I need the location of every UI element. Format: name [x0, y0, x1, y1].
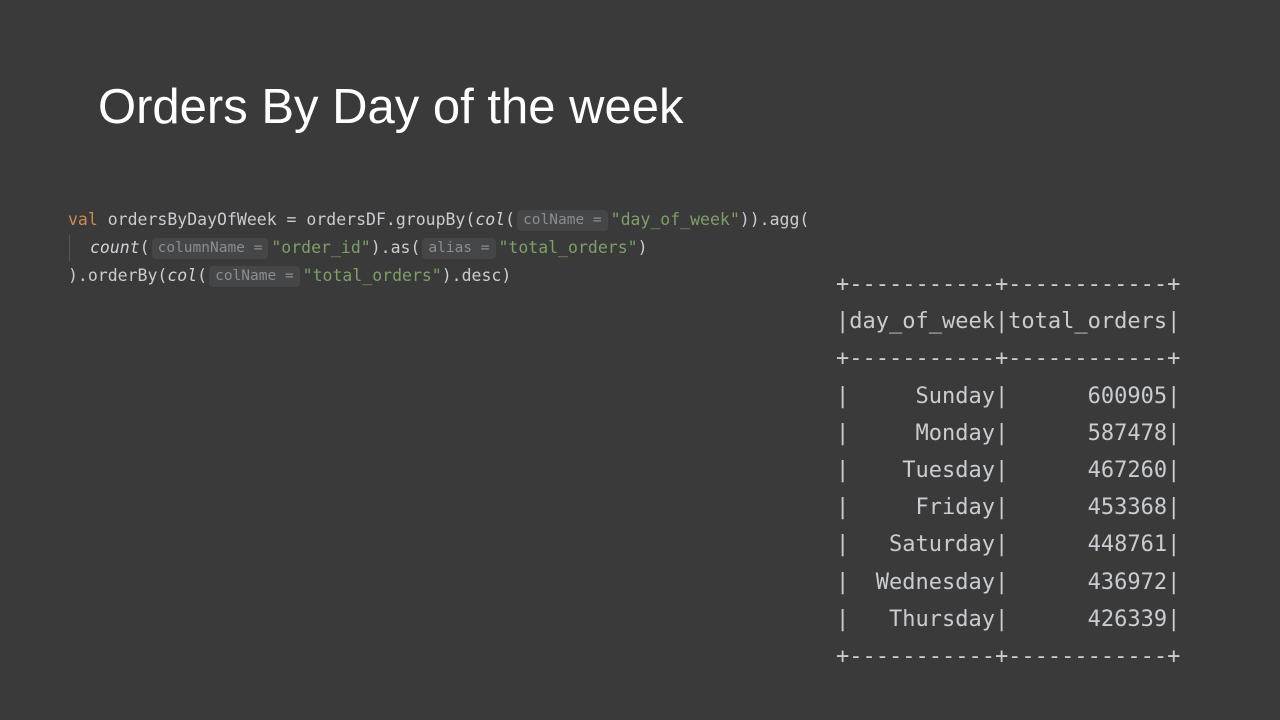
table-row: | Tuesday| 467260|	[836, 457, 1181, 483]
code-line-2: count(columnName = "order_id").as(alias =…	[68, 234, 809, 262]
string-literal: "total_orders"	[498, 238, 638, 257]
col-function: col	[475, 210, 506, 229]
table-header: |day_of_week|total_orders|	[836, 309, 1181, 335]
indent-guide	[69, 235, 70, 261]
code-text: )	[637, 238, 648, 257]
col-function: col	[167, 266, 198, 285]
slide-title: Orders By Day of the week	[98, 80, 684, 134]
string-literal: "order_id"	[271, 238, 371, 257]
code-text: ).desc)	[441, 266, 512, 285]
val-keyword: val	[68, 210, 98, 229]
code-text: (	[505, 210, 516, 229]
code-text: (	[197, 266, 208, 285]
count-function: count	[90, 238, 140, 257]
parameter-hint-colname: colName =	[209, 265, 300, 287]
table-row: | Thursday| 426339|	[836, 606, 1181, 632]
table-row: | Friday| 453368|	[836, 495, 1181, 521]
code-line-3: ).orderBy(col(colName = "total_orders").d…	[68, 262, 809, 290]
table-row: | Monday| 587478|	[836, 420, 1181, 446]
table-row: | Saturday| 448761|	[836, 532, 1181, 558]
parameter-hint-columnname: columnName =	[151, 237, 269, 259]
code-snippet: val ordersByDayOfWeek = ordersDF.groupBy…	[68, 206, 809, 290]
table-border-middle: +-----------+------------+	[836, 346, 1181, 372]
parameter-hint-alias: alias =	[422, 237, 496, 259]
string-literal: "total_orders"	[302, 266, 442, 285]
string-literal: "day_of_week"	[610, 210, 740, 229]
code-text: ordersByDayOfWeek = ordersDF.groupBy(	[97, 210, 476, 229]
code-line-1: val ordersByDayOfWeek = ordersDF.groupBy…	[68, 206, 809, 234]
parameter-hint-colname: colName =	[517, 209, 608, 231]
code-text: )).agg(	[739, 210, 810, 229]
table-border-bottom: +-----------+------------+	[836, 643, 1181, 669]
result-table: +-----------+------------+ |day_of_week|…	[836, 266, 1180, 675]
code-text: ).as(	[370, 238, 421, 257]
code-text: (	[139, 238, 150, 257]
code-text: ).orderBy(	[68, 266, 168, 285]
table-row: | Sunday| 600905|	[836, 383, 1181, 409]
table-row: | Wednesday| 436972|	[836, 569, 1181, 595]
table-border-top: +-----------+------------+	[836, 272, 1181, 297]
